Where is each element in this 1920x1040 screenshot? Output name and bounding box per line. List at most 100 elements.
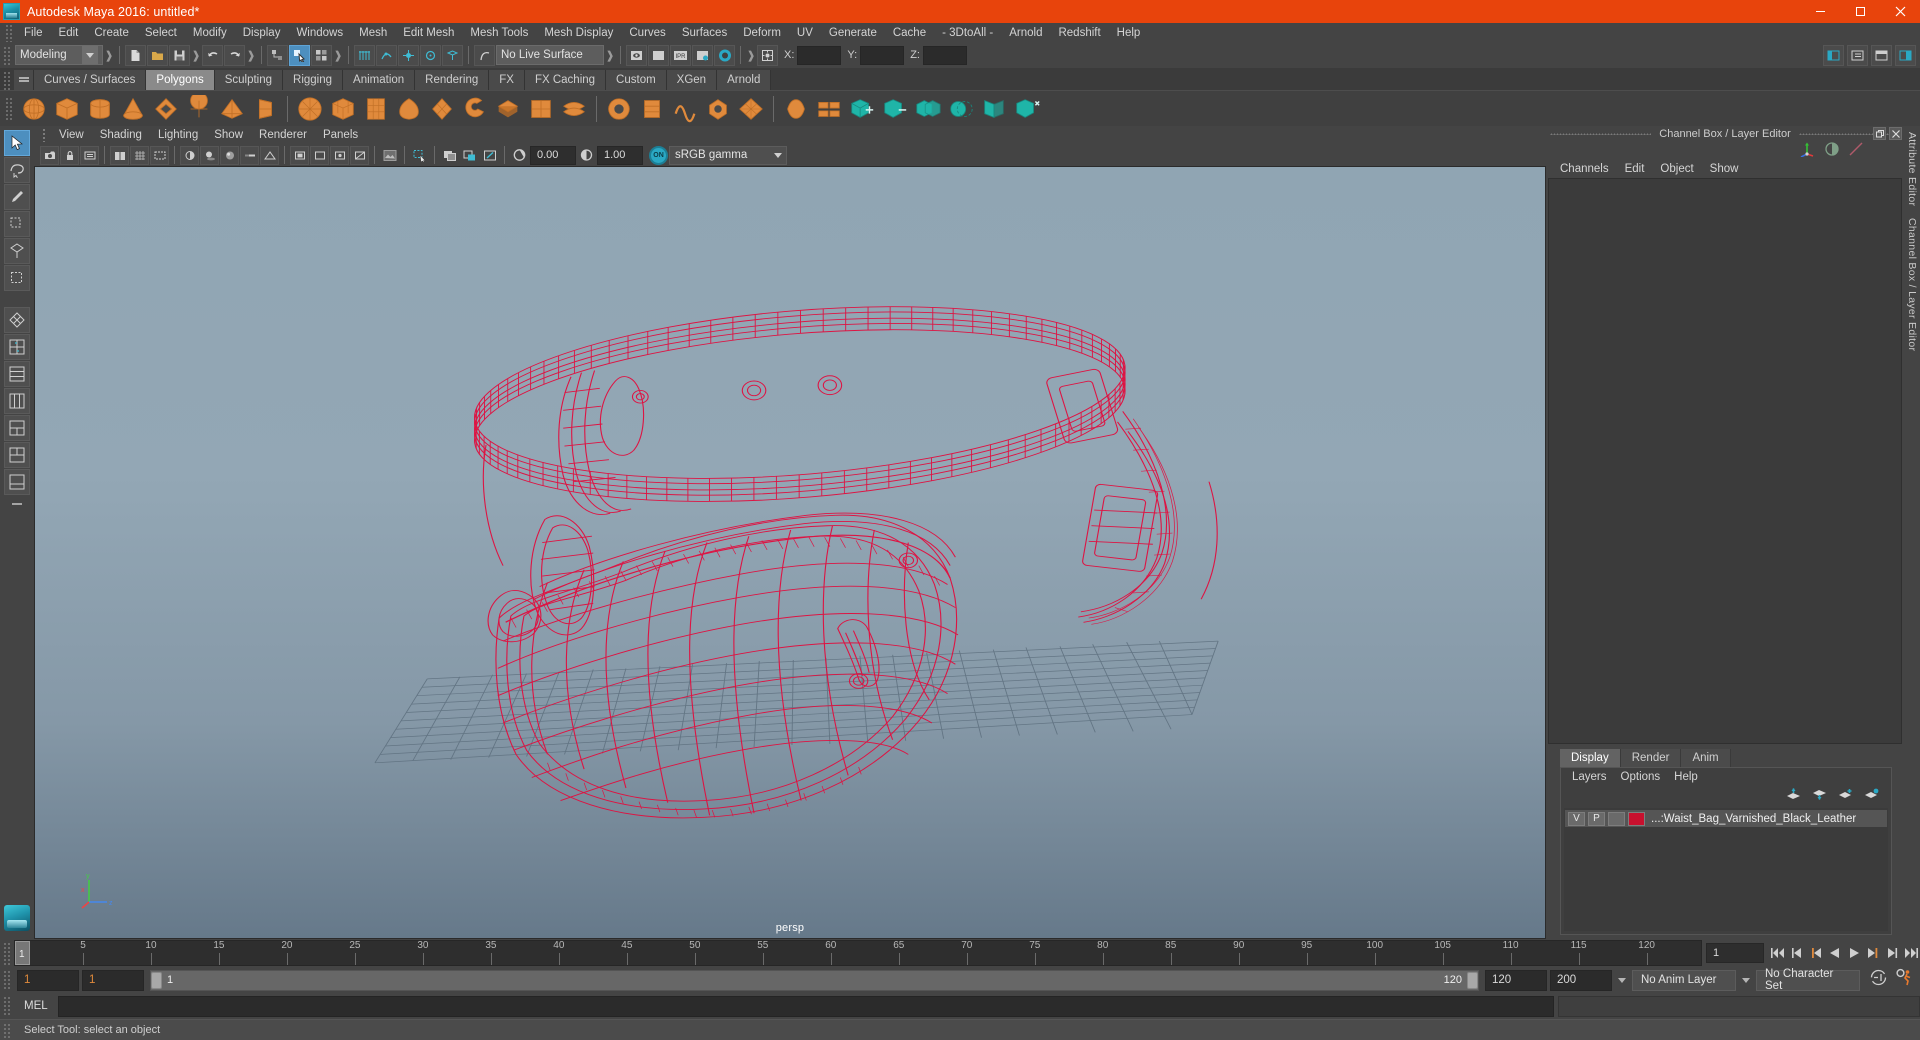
layer-name[interactable]: ...:Waist_Bag_Varnished_Black_Leather xyxy=(1651,813,1856,825)
menu-modify[interactable]: Modify xyxy=(185,23,235,42)
snap-to-view-plane-icon[interactable] xyxy=(442,44,463,66)
menu-mesh[interactable]: Mesh xyxy=(351,23,395,42)
poly-smooth-icon[interactable] xyxy=(946,94,976,124)
time-slider-track[interactable]: 1 5 10 15 20 25 30 35 40 45 50 55 60 65 70 75 80 85 90 95 1… xyxy=(14,940,1702,966)
poly-triangulate-icon[interactable] xyxy=(979,94,1009,124)
x-field[interactable] xyxy=(797,45,842,65)
go-to-start-icon[interactable] xyxy=(1768,943,1787,963)
new-scene-icon[interactable] xyxy=(125,44,146,66)
minimize-icon[interactable] xyxy=(1800,0,1840,23)
statusline-collapse-3[interactable]: ❱ xyxy=(246,45,256,65)
poly-extrude-icon[interactable] xyxy=(637,94,667,124)
menu-redshift[interactable]: Redshift xyxy=(1050,23,1108,42)
input-output-connections-icon[interactable] xyxy=(757,44,778,66)
xray-icon[interactable] xyxy=(310,145,329,165)
layer-playback-toggle[interactable]: P xyxy=(1588,811,1605,826)
single-perspective-view-layout-icon[interactable] xyxy=(4,334,30,360)
gamma-icon[interactable] xyxy=(577,146,596,165)
move-layer-down-icon[interactable] xyxy=(1812,787,1827,805)
undock-icon[interactable] xyxy=(1873,127,1886,140)
viewport-menu-renderer[interactable]: Renderer xyxy=(251,126,315,144)
playback-end-field[interactable]: 120 xyxy=(1485,969,1547,991)
snap-to-curve-icon[interactable] xyxy=(376,44,397,66)
poly-gear-icon[interactable] xyxy=(427,94,457,124)
rangeslider-grip[interactable] xyxy=(2,969,11,991)
playback-start-field[interactable]: 1 xyxy=(82,969,144,991)
range-bar[interactable]: 1 120 xyxy=(150,969,1479,991)
exposure-icon[interactable] xyxy=(510,146,529,165)
statusline-collapse-5[interactable]: ❱ xyxy=(605,45,615,65)
menu-cache[interactable]: Cache xyxy=(885,23,934,42)
layer-list[interactable]: V P ...:Waist_Bag_Varnished_Black_Leather xyxy=(1564,808,1888,931)
menu-generate[interactable]: Generate xyxy=(821,23,885,42)
color-management-toggle-icon[interactable]: ON xyxy=(649,145,668,165)
layer-color-swatch[interactable] xyxy=(1628,811,1645,826)
hypershade-icon[interactable] xyxy=(714,44,735,66)
menu-arnold[interactable]: Arnold xyxy=(1001,23,1050,42)
shelf-tab-sculpting[interactable]: Sculpting xyxy=(214,70,284,90)
scale-tool-icon[interactable] xyxy=(4,265,30,291)
statusline-collapse-1[interactable]: ❱ xyxy=(104,45,114,65)
menu-curves[interactable]: Curves xyxy=(621,23,673,42)
auto-keyframe-icon[interactable] xyxy=(1869,968,1888,992)
poly-cube-icon[interactable] xyxy=(52,94,82,124)
menu-edit-mesh[interactable]: Edit Mesh xyxy=(395,23,462,42)
channelbox-menu-edit[interactable]: Edit xyxy=(1617,160,1653,178)
xray-active-components-icon[interactable] xyxy=(350,145,369,165)
shelf-tab-arnold[interactable]: Arnold xyxy=(717,70,772,90)
character-set-chevron-icon[interactable] xyxy=(1739,977,1753,983)
poly-cylinder-icon[interactable] xyxy=(85,94,115,124)
open-scene-icon[interactable] xyxy=(147,44,168,66)
poly-soccer-ball-icon[interactable] xyxy=(460,94,490,124)
move-layer-up-icon[interactable] xyxy=(1786,787,1801,805)
poly-helix-icon[interactable] xyxy=(394,94,424,124)
shelf-grip[interactable] xyxy=(2,70,11,90)
time-cursor[interactable]: 1 xyxy=(15,941,30,965)
poly-bevel-icon[interactable] xyxy=(670,94,700,124)
shelf-tab-fx-caching[interactable]: FX Caching xyxy=(524,70,607,90)
save-scene-icon[interactable] xyxy=(169,44,190,66)
layer-tab-render[interactable]: Render xyxy=(1620,749,1682,767)
new-layer-from-selected-icon[interactable] xyxy=(1864,787,1879,805)
poly-sphere-icon[interactable] xyxy=(19,94,49,124)
poly-prism-icon[interactable] xyxy=(328,94,358,124)
live-surface-field[interactable]: No Live Surface xyxy=(496,45,604,65)
snap-to-projected-center-icon[interactable] xyxy=(420,44,441,66)
motion-blur-icon[interactable] xyxy=(240,145,259,165)
poly-cone-icon[interactable] xyxy=(118,94,148,124)
menu-mesh-tools[interactable]: Mesh Tools xyxy=(462,23,536,42)
selection-rect-icon[interactable] xyxy=(410,146,429,165)
poly-super-ellipse-icon[interactable] xyxy=(493,94,523,124)
snapshot-icon[interactable] xyxy=(480,146,499,165)
select-component-icon[interactable] xyxy=(311,44,332,66)
slider-icon[interactable] xyxy=(1848,141,1864,162)
statusline-collapse-2[interactable]: ❱ xyxy=(191,45,201,65)
layer-tab-anim[interactable]: Anim xyxy=(1681,749,1731,767)
anim-end-field[interactable]: 200 xyxy=(1550,969,1612,991)
channelbox-menu-show[interactable]: Show xyxy=(1702,160,1747,178)
close-icon[interactable] xyxy=(1880,0,1920,23)
select-object-icon[interactable] xyxy=(289,44,310,66)
command-input[interactable] xyxy=(57,995,1554,1017)
shelf-tab-animation[interactable]: Animation xyxy=(343,70,416,90)
select-camera-icon[interactable] xyxy=(40,145,59,165)
layer-menu-layers[interactable]: Layers xyxy=(1565,768,1614,786)
poly-pipe-icon[interactable] xyxy=(361,94,391,124)
viewport-menu-view[interactable]: View xyxy=(51,126,92,144)
rotate-tool-icon[interactable] xyxy=(4,238,30,264)
range-start-handle[interactable] xyxy=(151,971,162,989)
statusline-grip[interactable] xyxy=(2,45,11,65)
image-plane-icon[interactable] xyxy=(380,146,399,165)
poly-ultra-shape-icon[interactable] xyxy=(559,94,589,124)
anim-layer-selector[interactable]: No Anim Layer xyxy=(1632,969,1736,991)
range-end-handle[interactable] xyxy=(1467,971,1478,989)
camera-attributes-icon[interactable] xyxy=(80,145,99,165)
anim-layer-chevron-icon[interactable] xyxy=(1615,977,1629,983)
show-hide-editors-icon[interactable] xyxy=(1823,44,1844,66)
helpline-grip[interactable] xyxy=(2,1021,11,1039)
render-region-icon[interactable] xyxy=(648,44,669,66)
z-field[interactable] xyxy=(922,45,967,65)
poly-boolean-union-icon[interactable] xyxy=(814,94,844,124)
shelf-tab-polygons[interactable]: Polygons xyxy=(146,70,215,90)
character-set-selector[interactable]: No Character Set xyxy=(1756,968,1860,992)
